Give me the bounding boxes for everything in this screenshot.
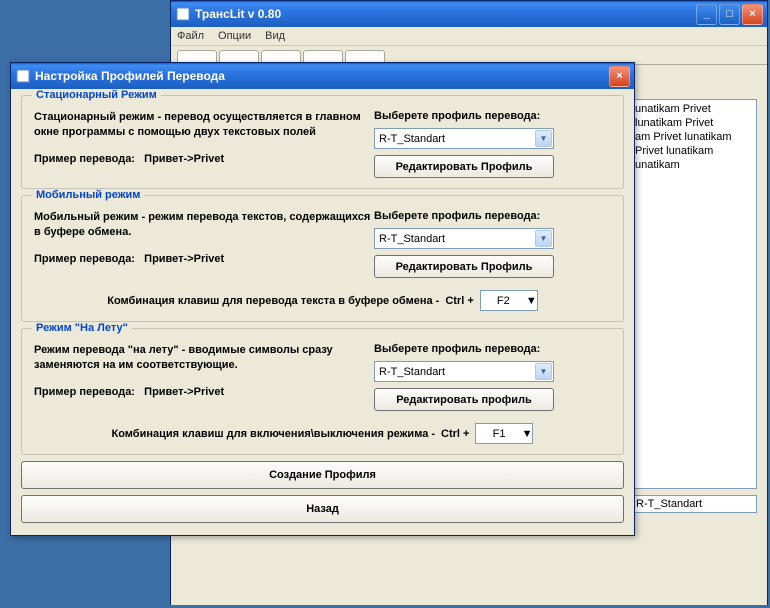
chevron-down-icon: ▼	[535, 363, 552, 380]
onfly-profile-select[interactable]: R-T_Standart ▼	[374, 361, 554, 382]
mobile-example-label: Пример перевода:	[34, 253, 135, 265]
app-icon	[175, 6, 191, 22]
main-title: ТрансLit v 0.80	[195, 7, 696, 21]
onfly-select-label: Выберете профиль перевода:	[374, 343, 611, 355]
settings-dialog: Настройка Профилей Перевода × Стационарн…	[10, 62, 635, 536]
menubar: Файл Опции Вид	[171, 27, 767, 46]
stationary-example-value: Привет->Privet	[144, 153, 224, 165]
onfly-example-value: Привет->Privet	[144, 386, 224, 398]
dialog-title: Настройка Профилей Перевода	[35, 69, 609, 83]
back-button[interactable]: Назад	[21, 495, 624, 523]
menu-options[interactable]: Опции	[218, 30, 251, 42]
mobile-hotkey-label: Комбинация клавиш для перевода текста в …	[107, 295, 439, 307]
group-stationary-title: Стационарный Режим	[32, 89, 161, 101]
group-onfly: Режим "На Лету" Режим перевода "на лету"…	[21, 328, 624, 455]
onfly-desc: Режим перевода "на лету" - вводимые симв…	[34, 343, 374, 373]
mobile-example-value: Привет->Privet	[144, 253, 224, 265]
group-stationary: Стационарный Режим Стационарный режим - …	[21, 95, 624, 189]
mobile-edit-button[interactable]: Редактировать Профиль	[374, 255, 554, 278]
group-mobile-title: Мобильный режим	[32, 189, 144, 201]
mobile-hotkey-select[interactable]: F2 ▼	[480, 290, 538, 311]
mobile-select-label: Выберете профиль перевода:	[374, 210, 611, 222]
stationary-desc: Стационарный режим - перевод осуществляе…	[34, 110, 374, 140]
close-button[interactable]: ×	[742, 4, 763, 25]
onfly-hotkey-label: Комбинация клавиш для включения\выключен…	[112, 428, 436, 440]
stationary-select-label: Выберете профиль перевода:	[374, 110, 611, 122]
output-text[interactable]: unatikam Privet lunatikam Privet am Priv…	[631, 99, 757, 489]
onfly-example-label: Пример перевода:	[34, 386, 135, 398]
chevron-down-icon: ▼	[535, 230, 552, 247]
maximize-button[interactable]: □	[719, 4, 740, 25]
dialog-close-button[interactable]: ×	[609, 66, 630, 87]
group-onfly-title: Режим "На Лету"	[32, 322, 132, 334]
chevron-down-icon: ▼	[526, 295, 537, 307]
stationary-edit-button[interactable]: Редактировать Профиль	[374, 155, 554, 178]
dialog-titlebar: Настройка Профилей Перевода ×	[11, 63, 634, 89]
mobile-desc: Мобильный режим - режим перевода текстов…	[34, 210, 374, 240]
chevron-down-icon: ▼	[522, 428, 533, 440]
onfly-hotkey-value: F1	[476, 428, 521, 440]
stationary-profile-value: R-T_Standart	[375, 133, 534, 145]
stationary-example-label: Пример перевода:	[34, 153, 135, 165]
chevron-down-icon: ▼	[535, 130, 552, 147]
create-profile-button[interactable]: Создание Профиля	[21, 461, 624, 489]
onfly-profile-value: R-T_Standart	[375, 366, 534, 378]
status-profile: R-T_Standart	[631, 495, 757, 513]
mobile-profile-select[interactable]: R-T_Standart ▼	[374, 228, 554, 249]
onfly-edit-button[interactable]: Редактировать профиль	[374, 388, 554, 411]
mobile-hotkey-prefix: Ctrl +	[445, 295, 473, 307]
menu-view[interactable]: Вид	[265, 30, 285, 42]
mobile-hotkey-value: F2	[481, 295, 526, 307]
main-titlebar: ТрансLit v 0.80 _ □ ×	[171, 1, 767, 27]
menu-file[interactable]: Файл	[177, 30, 204, 42]
mobile-profile-value: R-T_Standart	[375, 233, 534, 245]
stationary-profile-select[interactable]: R-T_Standart ▼	[374, 128, 554, 149]
minimize-button[interactable]: _	[696, 4, 717, 25]
group-mobile: Мобильный режим Мобильный режим - режим …	[21, 195, 624, 322]
onfly-hotkey-prefix: Ctrl +	[441, 428, 469, 440]
dialog-icon	[15, 68, 31, 84]
onfly-hotkey-select[interactable]: F1 ▼	[475, 423, 533, 444]
